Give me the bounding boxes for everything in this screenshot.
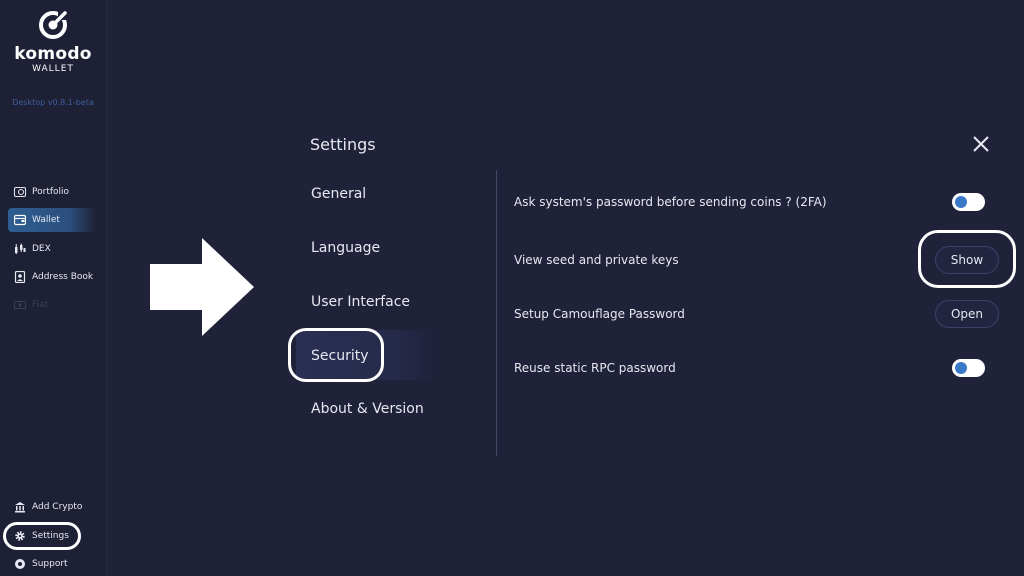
settings-title: Settings (310, 135, 376, 154)
settings-highlight-outline (3, 522, 81, 550)
sidebar-item-support[interactable]: Support (8, 552, 68, 576)
dex-icon (14, 243, 26, 255)
sidebar-item-label: Add Crypto (32, 502, 83, 512)
toggle-rpc-password[interactable] (952, 359, 985, 377)
arrow-right-icon (150, 238, 254, 336)
sidebar-item-label: Wallet (32, 215, 60, 225)
version-label: Desktop v0.8.1-beta (12, 98, 94, 107)
settings-menu-user-interface[interactable]: User Interface (311, 294, 410, 310)
sidebar-item-add-crypto[interactable]: Add Crypto (8, 495, 82, 519)
settings-menu-about-version[interactable]: About & Version (311, 401, 424, 417)
sidebar-item-label: DEX (32, 244, 51, 254)
show-highlight-outline (918, 230, 1016, 288)
row-label-camouflage: Setup Camouflage Password (514, 307, 685, 321)
close-button[interactable] (970, 133, 992, 155)
row-label-view-seed: View seed and private keys (514, 253, 679, 267)
portfolio-icon (14, 186, 26, 198)
settings-menu-general[interactable]: General (311, 186, 366, 202)
sidebar-item-wallet[interactable]: Wallet (8, 208, 96, 232)
komodo-logo-icon (39, 10, 68, 39)
wallet-icon (14, 214, 26, 226)
toggle-knob (955, 196, 967, 208)
brand-name: komodo (14, 44, 92, 64)
sidebar-item-label: Address Book (32, 272, 94, 282)
close-icon (973, 136, 989, 152)
support-icon (14, 558, 26, 570)
toggle-2fa[interactable] (952, 193, 985, 211)
row-label-rpc-password: Reuse static RPC password (514, 361, 676, 375)
toggle-knob (955, 362, 967, 374)
sidebar-item-dex[interactable]: DEX (8, 237, 51, 261)
panel-divider (496, 170, 497, 456)
sidebar: komodo WALLET Desktop v0.8.1-beta Portfo… (0, 0, 107, 576)
sidebar-item-fiat: Fiat (8, 293, 48, 317)
sidebar-item-portfolio[interactable]: Portfolio (8, 180, 69, 204)
add-crypto-icon (14, 501, 26, 513)
fiat-icon (14, 299, 26, 311)
sidebar-item-label: Portfolio (32, 187, 70, 197)
settings-menu-language[interactable]: Language (311, 240, 380, 256)
open-camouflage-button[interactable]: Open (935, 300, 999, 328)
security-highlight-outline (288, 328, 384, 382)
sidebar-item-label: Support (32, 559, 68, 569)
sidebar-item-address-book[interactable]: Address Book (8, 265, 93, 289)
brand-subtitle: WALLET (32, 64, 74, 74)
row-label-2fa: Ask system's password before sending coi… (514, 195, 827, 209)
address-book-icon (14, 271, 26, 283)
sidebar-item-label: Fiat (32, 300, 49, 310)
komodo-logo: komodo WALLET (0, 8, 106, 74)
